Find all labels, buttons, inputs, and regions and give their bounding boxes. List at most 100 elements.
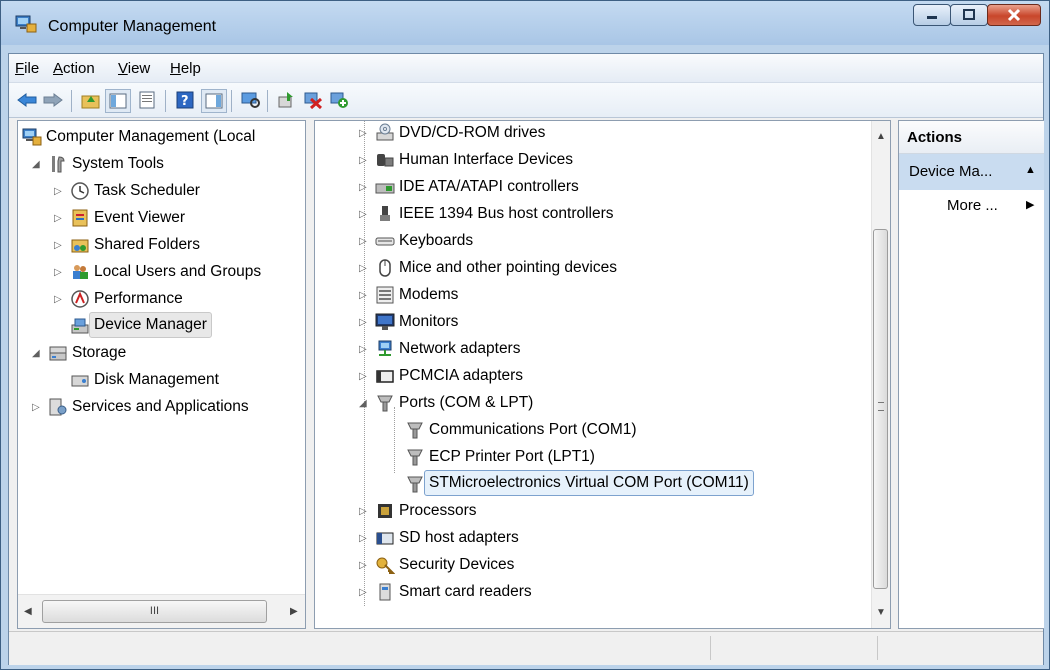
console-tree-icon xyxy=(109,93,127,109)
scroll-right-arrow-icon[interactable]: ▶ xyxy=(290,606,298,617)
device-tree-pane[interactable]: ▷ DVD/CD-ROM drives ▷ Human Interface Devic… xyxy=(314,120,891,629)
device-tree-item-label: Smart card readers xyxy=(399,583,532,600)
update-driver-icon xyxy=(278,92,293,108)
sd-adapter-icon xyxy=(375,528,395,548)
mouse-icon xyxy=(375,258,395,278)
uninstall-button[interactable] xyxy=(301,89,325,111)
horizontal-scrollbar[interactable]: ◀ III ▶ xyxy=(18,594,305,628)
collapsed-triangle-icon[interactable]: ▷ xyxy=(359,588,369,598)
collapsed-triangle-icon[interactable]: ▷ xyxy=(359,129,369,139)
scan-hardware-icon xyxy=(241,92,260,108)
minimize-button[interactable] xyxy=(913,4,951,26)
maximize-button[interactable] xyxy=(950,4,988,26)
update-driver-button[interactable] xyxy=(275,89,299,111)
console-tree-item-label: Local Users and Groups xyxy=(94,263,262,280)
console-tree-item-label: Performance xyxy=(94,290,183,307)
dvd-drive-icon xyxy=(375,123,395,143)
scroll-up-arrow-icon[interactable]: ▲ xyxy=(876,131,886,142)
device-tree-item-label: Human Interface Devices xyxy=(399,151,574,168)
collapsed-triangle-icon[interactable]: ▷ xyxy=(359,291,369,301)
device-tree-item-label: PCMCIA adapters xyxy=(399,367,524,384)
main-frame: File Action View Help ? Computer Managem… xyxy=(8,53,1044,665)
console-tree-pane[interactable]: Computer Management (Local ◢ System Tools ▷… xyxy=(17,120,306,629)
forward-arrow-icon xyxy=(43,93,63,107)
help-icon: ? xyxy=(176,91,194,109)
collapsed-triangle-icon[interactable]: ▷ xyxy=(54,268,64,278)
collapsed-triangle-icon[interactable]: ▷ xyxy=(359,318,369,328)
show-hide-console-tree-button[interactable] xyxy=(105,89,131,113)
collapsed-triangle-icon[interactable]: ▷ xyxy=(359,507,369,517)
up-one-level-button[interactable] xyxy=(79,89,103,111)
collapsed-triangle-icon[interactable]: ▷ xyxy=(359,183,369,193)
device-tree-item-label: ECP Printer Port (LPT1) xyxy=(429,448,595,465)
device-tree-item-label: IDE ATA/ATAPI controllers xyxy=(399,178,579,195)
users-icon xyxy=(70,262,90,282)
collapsed-triangle-icon[interactable]: ▷ xyxy=(54,241,64,251)
device-tree-item-label: Processors xyxy=(399,502,477,519)
collapsed-triangle-icon[interactable]: ▷ xyxy=(54,295,64,305)
clock-icon xyxy=(70,181,90,201)
collapsed-triangle-icon[interactable]: ▷ xyxy=(54,187,64,197)
scroll-down-arrow-icon[interactable]: ▼ xyxy=(876,607,886,618)
more-actions-label: More ... xyxy=(947,197,998,214)
menu-file[interactable]: File xyxy=(15,60,39,77)
collapse-up-icon[interactable]: ▲ xyxy=(1025,164,1036,176)
menu-action[interactable]: Action xyxy=(53,60,95,77)
console-tree-item-label: Services and Applications xyxy=(72,398,249,415)
tools-icon xyxy=(48,154,68,174)
show-hide-action-pane-button[interactable] xyxy=(201,89,227,113)
title-bar[interactable]: Computer Management xyxy=(1,1,1049,45)
scan-hardware-changes-button[interactable] xyxy=(239,89,263,111)
actions-title: Actions xyxy=(907,129,963,146)
menu-bar: File Action View Help xyxy=(9,54,1043,83)
port-icon xyxy=(375,393,395,413)
computer-management-icon xyxy=(15,15,37,33)
device-manager-action-section[interactable]: Device Ma... ▲ xyxy=(899,154,1044,190)
tree-connector-line xyxy=(394,407,395,473)
collapsed-triangle-icon[interactable]: ▷ xyxy=(359,534,369,544)
scroll-thumb-grip: III xyxy=(149,605,160,617)
device-tree-item-label: Ports (COM & LPT) xyxy=(399,394,534,411)
close-icon xyxy=(1007,8,1021,22)
collapsed-triangle-icon[interactable]: ▷ xyxy=(54,214,64,224)
scroll-left-arrow-icon[interactable]: ◀ xyxy=(24,606,32,617)
collapsed-triangle-icon[interactable]: ▷ xyxy=(359,561,369,571)
expanded-triangle-icon[interactable]: ◢ xyxy=(32,160,42,170)
modem-icon xyxy=(375,285,395,305)
close-button[interactable] xyxy=(987,4,1041,26)
toolbar: ? xyxy=(9,83,1043,118)
device-tree-item-label: Keyboards xyxy=(399,232,474,249)
help-button[interactable]: ? xyxy=(173,89,197,111)
enable-device-button[interactable] xyxy=(327,89,351,111)
collapsed-triangle-icon[interactable]: ▷ xyxy=(359,345,369,355)
collapsed-triangle-icon[interactable]: ▷ xyxy=(359,237,369,247)
more-actions-item[interactable]: More ... ▶ xyxy=(899,191,1044,221)
vertical-scrollbar[interactable]: ▲ ▼ xyxy=(871,121,890,628)
expanded-triangle-icon[interactable]: ◢ xyxy=(359,399,369,409)
horizontal-scroll-thumb[interactable]: III xyxy=(42,600,267,623)
computer-management-icon xyxy=(22,127,42,147)
svg-text:?: ? xyxy=(181,94,189,109)
menu-view[interactable]: View xyxy=(118,60,150,77)
collapsed-triangle-icon[interactable]: ▷ xyxy=(359,156,369,166)
expanded-triangle-icon[interactable]: ◢ xyxy=(32,349,42,359)
console-tree-item-label: System Tools xyxy=(72,155,164,172)
vertical-scroll-thumb[interactable] xyxy=(873,229,888,589)
back-button[interactable] xyxy=(15,89,39,111)
collapsed-triangle-icon[interactable]: ▷ xyxy=(359,372,369,382)
properties-button[interactable] xyxy=(135,89,159,111)
device-tree-item-label: Network adapters xyxy=(399,340,521,357)
device-tree-item-label: SD host adapters xyxy=(399,529,519,546)
collapsed-triangle-icon[interactable]: ▷ xyxy=(359,264,369,274)
menu-help[interactable]: Help xyxy=(170,60,201,77)
actions-header: Actions xyxy=(899,121,1044,154)
collapsed-triangle-icon[interactable]: ▷ xyxy=(359,210,369,220)
port-icon xyxy=(405,474,425,494)
uninstall-icon xyxy=(304,92,323,109)
disk-icon xyxy=(70,370,90,390)
back-arrow-icon xyxy=(17,93,37,107)
forward-button[interactable] xyxy=(41,89,65,111)
collapsed-triangle-icon[interactable]: ▷ xyxy=(32,403,42,413)
processor-icon xyxy=(375,501,395,521)
shared-folder-icon xyxy=(70,235,90,255)
